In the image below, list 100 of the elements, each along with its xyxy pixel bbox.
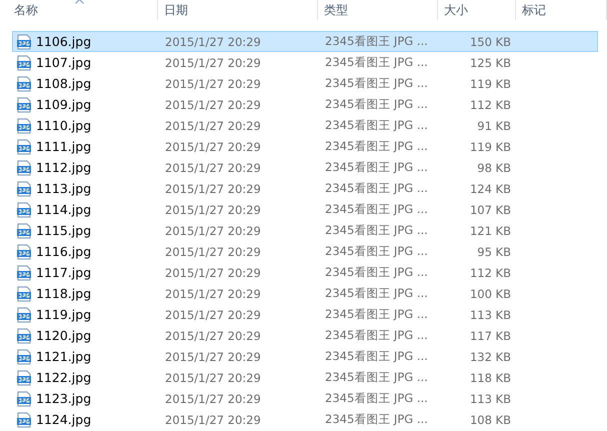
file-row[interactable]: 1123.jpg 2015/1/27 20:29 2345看图王 JPG ... 113 KB bbox=[12, 388, 598, 409]
type-cell-text: 2345看图王 JPG ... bbox=[324, 286, 429, 301]
jpg-file-icon bbox=[16, 138, 32, 154]
file-row[interactable]: 1106.jpg 2015/1/27 20:29 2345看图王 JPG ... 150 KB bbox=[12, 31, 598, 52]
file-name: 1109.jpg bbox=[36, 97, 92, 112]
file-row[interactable]: 1120.jpg 2015/1/27 20:29 2345看图王 JPG ... 117 KB bbox=[12, 325, 598, 346]
size-cell-text: 112 KB bbox=[468, 266, 512, 280]
file-name: 1113.jpg bbox=[36, 181, 92, 196]
date-cell-text: 2015/1/27 20:29 bbox=[164, 56, 262, 70]
file-name: 1110.jpg bbox=[36, 118, 92, 133]
jpg-file-icon bbox=[16, 370, 32, 386]
date-cell-text: 2015/1/27 20:29 bbox=[164, 140, 262, 154]
file-row[interactable]: 1119.jpg 2015/1/27 20:29 2345看图王 JPG ... 113 KB bbox=[12, 304, 598, 325]
size-cell-text: 112 KB bbox=[468, 98, 512, 112]
file-name: 1124.jpg bbox=[36, 412, 92, 427]
file-name: 1118.jpg bbox=[36, 286, 92, 301]
size-cell-text: 117 KB bbox=[468, 328, 512, 342]
jpg-file-icon bbox=[16, 306, 32, 322]
file-row[interactable]: 1114.jpg 2015/1/27 20:29 2345看图王 JPG ... 107 KB bbox=[12, 199, 598, 220]
type-cell-text: 2345看图王 JPG ... bbox=[324, 139, 429, 154]
jpg-file-icon bbox=[16, 180, 32, 196]
date-cell-text: 2015/1/27 20:29 bbox=[164, 98, 262, 112]
size-cell-text: 113 KB bbox=[468, 392, 512, 406]
date-cell-text: 2015/1/27 20:29 bbox=[164, 202, 262, 216]
type-cell-text: 2345看图王 JPG ... bbox=[324, 97, 429, 112]
size-cell-text: 113 KB bbox=[468, 308, 512, 322]
date-cell-text: 2015/1/27 20:29 bbox=[164, 328, 262, 342]
date-cell-text: 2015/1/27 20:29 bbox=[164, 392, 262, 406]
file-name: 1112.jpg bbox=[36, 160, 92, 175]
size-cell-text: 100 KB bbox=[468, 286, 512, 300]
jpg-file-icon bbox=[16, 34, 32, 50]
date-cell-text: 2015/1/27 20:29 bbox=[164, 350, 262, 364]
file-name: 1106.jpg bbox=[36, 34, 92, 49]
file-row[interactable]: 1118.jpg 2015/1/27 20:29 2345看图王 JPG ... 100 KB bbox=[12, 283, 598, 304]
type-cell-text: 2345看图王 JPG ... bbox=[324, 202, 429, 217]
file-row[interactable]: 1112.jpg 2015/1/27 20:29 2345看图王 JPG ... 98 KB bbox=[12, 157, 598, 178]
date-cell-text: 2015/1/27 20:29 bbox=[164, 286, 262, 300]
file-row[interactable]: 1124.jpg 2015/1/27 20:29 2345看图王 JPG ... 108 KB bbox=[12, 409, 598, 430]
file-name: 1121.jpg bbox=[36, 349, 92, 364]
size-cell-text: 119 KB bbox=[468, 76, 512, 90]
date-cell-text: 2015/1/27 20:29 bbox=[164, 244, 262, 258]
column-header[interactable]: 日期 bbox=[158, 0, 318, 20]
jpg-file-icon bbox=[16, 244, 32, 260]
type-cell-text: 2345看图王 JPG ... bbox=[324, 412, 429, 427]
jpg-file-icon bbox=[16, 160, 32, 176]
file-name: 1107.jpg bbox=[36, 55, 92, 70]
type-cell-text: 2345看图王 JPG ... bbox=[324, 244, 429, 259]
file-row[interactable]: 1111.jpg 2015/1/27 20:29 2345看图王 JPG ... 119 KB bbox=[12, 136, 598, 157]
size-cell-text: 95 KB bbox=[476, 244, 512, 258]
file-row[interactable]: 1109.jpg 2015/1/27 20:29 2345看图王 JPG ... 112 KB bbox=[12, 94, 598, 115]
sort-caret-icon bbox=[74, 0, 84, 4]
date-cell-text: 2015/1/27 20:29 bbox=[164, 308, 262, 322]
file-name: 1122.jpg bbox=[36, 370, 92, 385]
date-cell-text: 2015/1/27 20:29 bbox=[164, 118, 262, 132]
jpg-file-icon bbox=[16, 264, 32, 280]
file-name: 1123.jpg bbox=[36, 391, 92, 406]
type-cell-text: 2345看图王 JPG ... bbox=[324, 76, 429, 91]
size-cell-text: 132 KB bbox=[468, 350, 512, 364]
jpg-file-icon bbox=[16, 96, 32, 112]
file-row[interactable]: 1116.jpg 2015/1/27 20:29 2345看图王 JPG ... 95 KB bbox=[12, 241, 598, 262]
type-cell-text: 2345看图王 JPG ... bbox=[324, 391, 429, 406]
file-row[interactable]: 1110.jpg 2015/1/27 20:29 2345看图王 JPG ... 91 KB bbox=[12, 115, 598, 136]
jpg-file-icon bbox=[16, 348, 32, 364]
file-name: 1116.jpg bbox=[36, 244, 92, 259]
file-row[interactable]: 1117.jpg 2015/1/27 20:29 2345看图王 JPG ... 112 KB bbox=[12, 262, 598, 283]
file-row[interactable]: 1115.jpg 2015/1/27 20:29 2345看图王 JPG ... 121 KB bbox=[12, 220, 598, 241]
file-name: 1120.jpg bbox=[36, 328, 92, 343]
type-cell-text: 2345看图王 JPG ... bbox=[324, 349, 429, 364]
type-cell-text: 2345看图王 JPG ... bbox=[324, 181, 429, 196]
file-row[interactable]: 1121.jpg 2015/1/27 20:29 2345看图王 JPG ... 132 KB bbox=[12, 346, 598, 367]
size-cell-text: 118 KB bbox=[468, 370, 512, 384]
file-row[interactable]: 1107.jpg 2015/1/27 20:29 2345看图王 JPG ... 125 KB bbox=[12, 52, 598, 73]
size-cell-text: 119 KB bbox=[468, 140, 512, 154]
size-cell-text: 124 KB bbox=[468, 182, 512, 196]
date-cell-text: 2015/1/27 20:29 bbox=[164, 266, 262, 280]
jpg-file-icon bbox=[16, 76, 32, 92]
jpg-file-icon bbox=[16, 202, 32, 218]
size-cell-text: 150 KB bbox=[468, 34, 512, 48]
file-name: 1108.jpg bbox=[36, 76, 92, 91]
column-header[interactable]: 标记 bbox=[516, 0, 607, 20]
size-cell-text: 121 KB bbox=[468, 224, 512, 238]
size-cell-text: 125 KB bbox=[468, 56, 512, 70]
date-cell-text: 2015/1/27 20:29 bbox=[164, 76, 262, 90]
jpg-file-icon bbox=[16, 390, 32, 406]
file-row[interactable]: 1108.jpg 2015/1/27 20:29 2345看图王 JPG ... 119 KB bbox=[12, 73, 598, 94]
file-name: 1114.jpg bbox=[36, 202, 92, 217]
jpg-file-icon bbox=[16, 286, 32, 302]
column-header[interactable]: 类型 bbox=[318, 0, 438, 20]
file-name: 1111.jpg bbox=[36, 139, 92, 154]
file-row[interactable]: 1113.jpg 2015/1/27 20:29 2345看图王 JPG ... 124 KB bbox=[12, 178, 598, 199]
file-row[interactable]: 1122.jpg 2015/1/27 20:29 2345看图王 JPG ... 118 KB bbox=[12, 367, 598, 388]
column-header[interactable]: 名称 bbox=[0, 0, 158, 20]
type-cell-text: 2345看图王 JPG ... bbox=[324, 55, 429, 70]
type-cell-text: 2345看图王 JPG ... bbox=[324, 265, 429, 280]
type-cell-text: 2345看图王 JPG ... bbox=[324, 160, 429, 175]
type-cell-text: 2345看图王 JPG ... bbox=[324, 370, 429, 385]
file-name: 1115.jpg bbox=[36, 223, 92, 238]
date-cell-text: 2015/1/27 20:29 bbox=[164, 224, 262, 238]
column-header[interactable]: 大小 bbox=[438, 0, 516, 20]
date-cell-text: 2015/1/27 20:29 bbox=[164, 182, 262, 196]
